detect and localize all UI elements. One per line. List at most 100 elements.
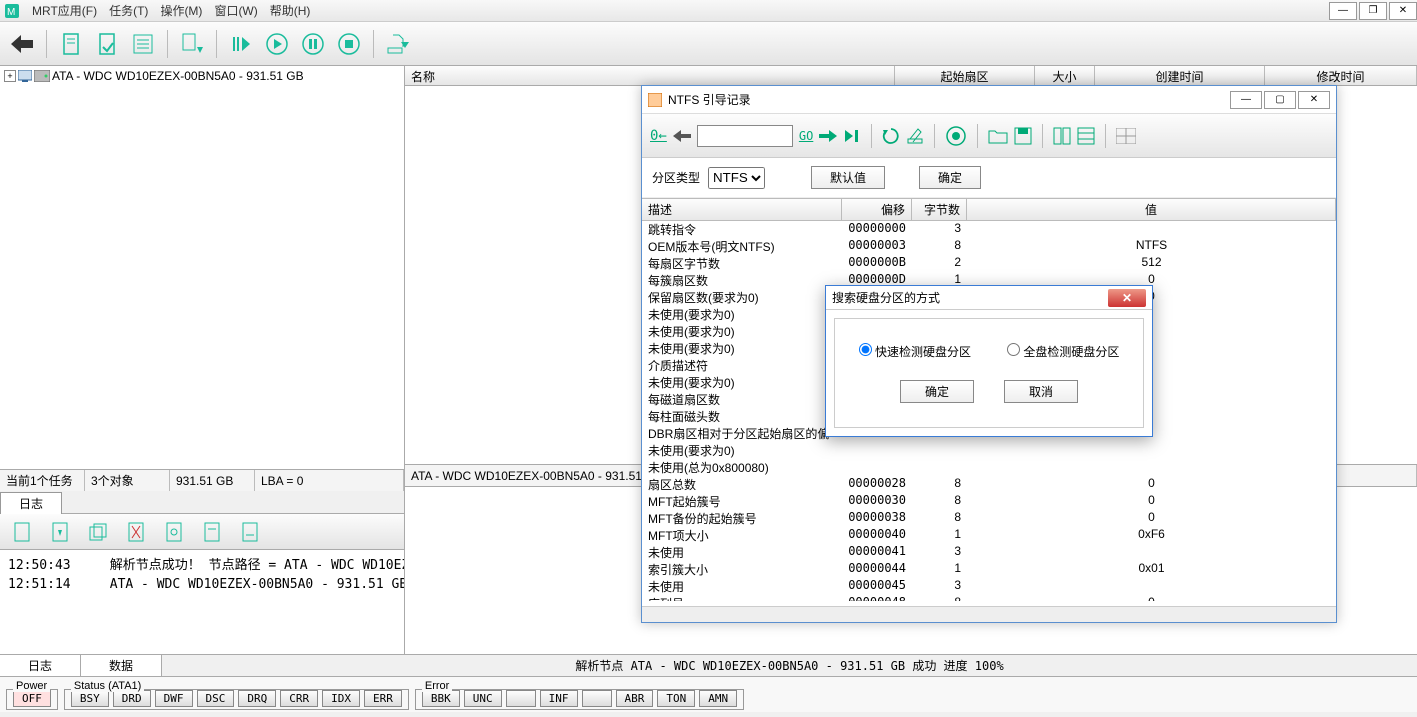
table-row[interactable]: 扇区总数0000002880 [642, 476, 1336, 493]
cell-desc: 跳转指令 [642, 221, 842, 238]
full-scan-option[interactable]: 全盘检测硬盘分区 [1007, 343, 1119, 360]
log-doc-icon[interactable] [6, 516, 38, 548]
status-task: 当前1个任务 [0, 470, 85, 491]
col-modified[interactable]: 修改时间 [1265, 66, 1417, 85]
cell-value: NTFS [967, 238, 1336, 255]
col-created[interactable]: 创建时间 [1095, 66, 1265, 85]
arrow-end-icon[interactable] [843, 129, 861, 143]
cell-desc: 每磁道扇区数 [642, 391, 842, 408]
search-cancel-button[interactable]: 取消 [1004, 380, 1078, 403]
cell-desc: 未使用(要求为0) [642, 323, 842, 340]
table-row[interactable]: 未使用000000453 [642, 578, 1336, 595]
tree-root-row[interactable]: + ATA - WDC WD10EZEX-00BN5A0 - 931.51 GB [2, 68, 402, 84]
cell-offset: 00000044 [842, 561, 912, 578]
table-row[interactable]: 跳转指令000000003 [642, 221, 1336, 238]
table-row[interactable]: OEM版本号(明文NTFS)000000038NTFS [642, 238, 1336, 255]
col-size[interactable]: 大小 [1035, 66, 1095, 85]
col-start-sector[interactable]: 起始扇区 [895, 66, 1035, 85]
menu-help[interactable]: 帮助(H) [270, 2, 311, 19]
status-flag: ERR [364, 690, 402, 707]
doc-open-icon[interactable] [91, 28, 123, 60]
log-save-icon[interactable] [44, 516, 76, 548]
menu-task[interactable]: 任务(T) [109, 2, 148, 19]
minimize-button[interactable]: — [1329, 2, 1357, 20]
go-button[interactable]: GO [799, 129, 813, 143]
col-value[interactable]: 值 [967, 199, 1336, 220]
log-clear-icon[interactable] [120, 516, 152, 548]
view-columns-icon[interactable] [1053, 127, 1071, 145]
menu-operation[interactable]: 操作(M) [160, 2, 202, 19]
partition-type-select[interactable]: NTFS [708, 167, 765, 189]
log-filter-icon[interactable] [158, 516, 190, 548]
tab-log[interactable]: 日志 [0, 492, 62, 514]
menu-mrt-app[interactable]: MRT应用(F) [32, 2, 97, 19]
step-icon[interactable] [225, 28, 257, 60]
table-row[interactable]: 未使用000000413 [642, 544, 1336, 561]
close-button[interactable]: ✕ [1389, 2, 1417, 20]
default-button[interactable]: 默认值 [811, 166, 885, 189]
table-row[interactable]: 序列号0000004880 [642, 595, 1336, 601]
arrow-right-icon[interactable] [819, 130, 837, 142]
log-copy-icon[interactable] [82, 516, 114, 548]
partition-type-row: 分区类型 NTFS 默认值 确定 [642, 158, 1336, 198]
doc-list-icon[interactable] [127, 28, 159, 60]
expand-icon[interactable]: + [4, 70, 16, 82]
col-name[interactable]: 名称 [405, 66, 895, 85]
log-area[interactable]: 12:50:43 解析节点成功！ 节点路径 = ATA - WDC WD10EZ… [0, 550, 404, 654]
log-opt1-icon[interactable] [196, 516, 228, 548]
col-desc[interactable]: 描述 [642, 199, 842, 220]
ntfs-close-button[interactable]: ✕ [1298, 91, 1330, 109]
tab-log-bottom[interactable]: 日志 [0, 655, 81, 676]
ntfs-horizontal-scrollbar[interactable] [642, 606, 1336, 622]
table-row[interactable]: MFT起始簇号0000003080 [642, 493, 1336, 510]
export-icon[interactable] [382, 28, 414, 60]
col-offset[interactable]: 偏移 [842, 199, 912, 220]
cell-bytes [912, 442, 967, 459]
cell-bytes: 3 [912, 221, 967, 238]
view-list-icon[interactable] [1077, 127, 1095, 145]
col-bytes[interactable]: 字节数 [912, 199, 967, 220]
restore-button[interactable]: ❐ [1359, 2, 1387, 20]
cell-offset: 00000030 [842, 493, 912, 510]
back-icon[interactable] [6, 28, 38, 60]
folder-icon[interactable] [988, 128, 1008, 144]
save-icon[interactable] [1014, 127, 1032, 145]
search-close-button[interactable]: ✕ [1108, 289, 1146, 307]
refresh-icon[interactable] [882, 127, 900, 145]
table-row[interactable]: MFT备份的起始簇号0000003880 [642, 510, 1336, 527]
partition-type-label: 分区类型 [652, 169, 700, 186]
table-row[interactable]: 未使用(要求为0) [642, 442, 1336, 459]
tab-data-bottom[interactable]: 数据 [81, 655, 162, 676]
power-off-button[interactable]: OFF [13, 690, 51, 707]
grid-icon[interactable] [1116, 128, 1136, 144]
file-list-headers: 名称 起始扇区 大小 创建时间 修改时间 [405, 66, 1417, 86]
record-icon[interactable] [945, 125, 967, 147]
arrow-left-icon[interactable] [673, 130, 691, 142]
table-row[interactable]: 未使用(总为0x800080) [642, 459, 1336, 476]
search-ok-button[interactable]: 确定 [900, 380, 974, 403]
sector-input[interactable] [697, 125, 793, 147]
menu-window[interactable]: 窗口(W) [214, 2, 257, 19]
quick-scan-option[interactable]: 快速检测硬盘分区 [859, 343, 971, 360]
ntfs-ok-button[interactable]: 确定 [919, 166, 981, 189]
ntfs-title-bar[interactable]: NTFS 引导记录 — ▢ ✕ [642, 86, 1336, 114]
log-opt2-icon[interactable] [234, 516, 266, 548]
ntfs-minimize-button[interactable]: — [1230, 91, 1262, 109]
play-icon[interactable] [261, 28, 293, 60]
edit-icon[interactable] [906, 127, 924, 145]
device-tree[interactable]: + ATA - WDC WD10EZEX-00BN5A0 - 931.51 GB [0, 66, 404, 469]
search-title-bar[interactable]: 搜索硬盘分区的方式 ✕ [826, 286, 1152, 310]
table-row[interactable]: MFT项大小0000004010xF6 [642, 527, 1336, 544]
table-row[interactable]: 每扇区字节数0000000B2512 [642, 255, 1336, 272]
cell-value: 0 [967, 595, 1336, 601]
table-row[interactable]: 索引簇大小0000004410x01 [642, 561, 1336, 578]
ntfs-maximize-button[interactable]: ▢ [1264, 91, 1296, 109]
cell-value: 0 [967, 510, 1336, 527]
doc-new-icon[interactable] [55, 28, 87, 60]
cell-offset: 00000003 [842, 238, 912, 255]
doc-arrow-icon[interactable] [176, 28, 208, 60]
stop-icon[interactable] [333, 28, 365, 60]
goto-zero-button[interactable]: 0← [650, 128, 667, 144]
pause-icon[interactable] [297, 28, 329, 60]
log-line: 12:51:14 ATA - WDC WD10EZEX-00BN5A0 - 93… [8, 573, 396, 592]
